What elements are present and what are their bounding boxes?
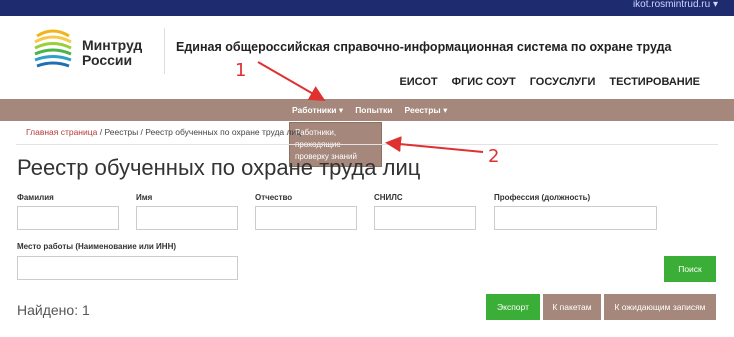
surname-field[interactable]	[17, 206, 119, 230]
header-divider	[164, 28, 165, 74]
patronymic-field[interactable]	[255, 206, 357, 230]
profession-field[interactable]	[494, 206, 657, 230]
snils-field[interactable]	[374, 206, 476, 230]
logo-text: Минтруд России	[82, 37, 143, 68]
ministry-logo-icon[interactable]	[33, 28, 73, 72]
main-navbar: Работники ▾ Попытки Реестры ▾	[0, 99, 734, 121]
chevron-down-icon: ▾	[443, 104, 448, 115]
page-title: Реестр обученных по охране труда лиц	[17, 155, 421, 180]
snils-label: СНИЛС	[374, 193, 403, 202]
search-button[interactable]: Поиск	[664, 256, 716, 282]
export-button[interactable]: Экспорт	[486, 294, 540, 320]
nav-registries-label: Реестры	[404, 104, 441, 115]
annotation-arrow-1	[257, 61, 326, 102]
chevron-down-icon: ▾	[338, 104, 344, 115]
link-testing[interactable]: ТЕСТИРОВАНИЕ	[609, 76, 700, 88]
surname-label: Фамилия	[17, 193, 54, 202]
name-field[interactable]	[136, 206, 238, 230]
workplace-label: Место работы (Наименование или ИНН)	[17, 242, 177, 251]
divider	[16, 144, 718, 145]
nav-attempts[interactable]: Попытки	[355, 105, 392, 115]
breadcrumb-path: / Реестры / Реестр обученных по охране т…	[97, 127, 302, 137]
annotation-number-1: 1	[235, 60, 247, 81]
link-gosuslugi[interactable]: ГОСУСЛУГИ	[530, 76, 596, 88]
nav-registries[interactable]: Реестры ▾	[405, 105, 448, 116]
nav-workers-label: Работники	[292, 104, 337, 115]
system-title: Единая общероссийская справочно-информац…	[176, 40, 672, 54]
breadcrumb-home-link[interactable]: Главная страница	[26, 127, 97, 137]
name-label: Имя	[136, 193, 153, 202]
user-menu[interactable]: ikot.rosmintrud.ru ▾	[633, 0, 718, 16]
top-links: ЕИСОТ ФГИС СОУТ ГОСУСЛУГИ ТЕСТИРОВАНИЕ	[399, 76, 700, 88]
top-bar: ikot.rosmintrud.ru ▾	[0, 0, 734, 16]
nav-workers[interactable]: Работники ▾	[292, 105, 343, 116]
workplace-field[interactable]	[17, 256, 238, 280]
packages-button[interactable]: К пакетам	[543, 294, 601, 320]
found-count: Найдено: 1	[17, 302, 90, 318]
link-fgis-sout[interactable]: ФГИС СОУТ	[452, 76, 516, 88]
annotation-number-2: 2	[488, 146, 500, 167]
pending-records-button[interactable]: К ожидающим записям	[604, 294, 716, 320]
profession-label: Профессия (должность)	[494, 193, 591, 202]
breadcrumb: Главная страница / Реестры / Реестр обуч…	[26, 127, 301, 137]
patronymic-label: Отчество	[255, 193, 293, 202]
link-eisot[interactable]: ЕИСОТ	[399, 76, 437, 88]
